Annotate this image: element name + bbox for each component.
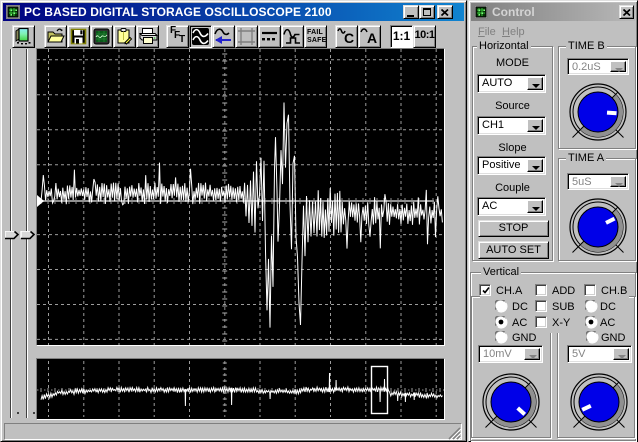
svg-text:C: C — [344, 30, 354, 46]
svg-text:A: A — [367, 30, 377, 46]
